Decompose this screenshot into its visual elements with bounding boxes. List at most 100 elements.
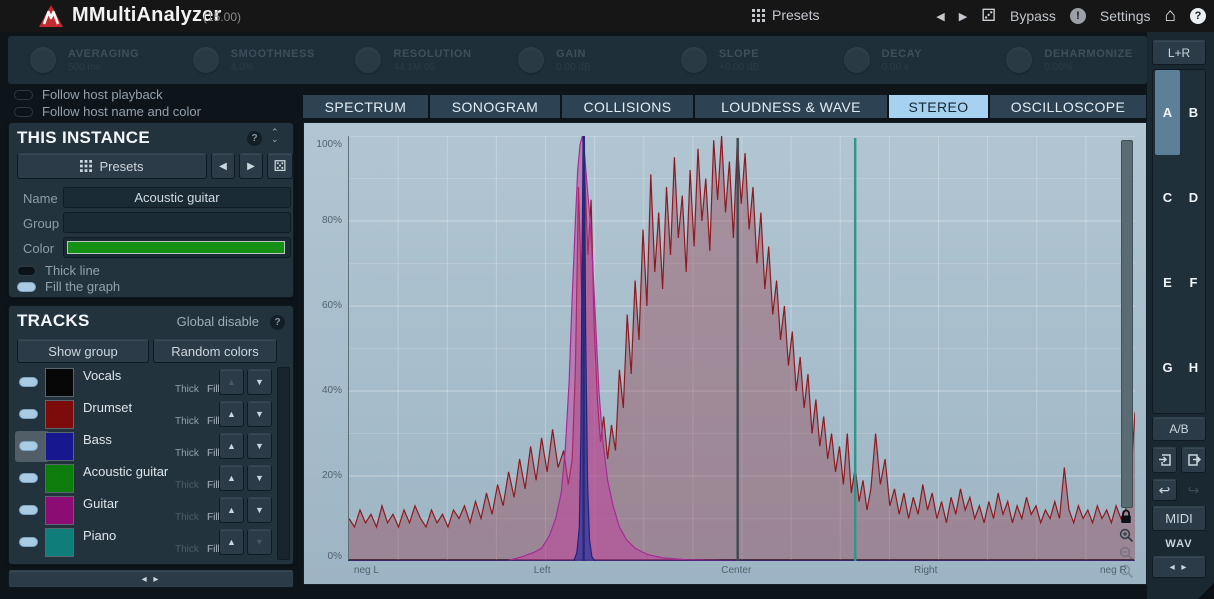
toggle-pill[interactable] — [17, 282, 36, 292]
track-color-swatch[interactable] — [45, 432, 74, 461]
instance-presets-button[interactable]: Presets — [17, 153, 207, 179]
wav-label[interactable]: WAV — [1152, 538, 1206, 550]
tab-stereo[interactable]: STEREO — [889, 95, 988, 118]
track-list-scrollbar[interactable] — [277, 367, 290, 560]
preset-slot-b[interactable]: B — [1181, 105, 1206, 120]
track-move-up-button[interactable]: ▲ — [219, 497, 244, 523]
show-group-button[interactable]: Show group — [17, 339, 149, 363]
tab-spectrum[interactable]: SPECTRUM — [303, 95, 428, 118]
preset-slot-a[interactable]: A — [1155, 105, 1180, 120]
tab-loudness-wave[interactable]: LOUDNESS & WAVE — [695, 95, 887, 118]
preset-slot-f[interactable]: F — [1181, 275, 1206, 290]
tab-sonogram[interactable]: SONOGRAM — [430, 95, 560, 118]
tab-oscilloscope[interactable]: OSCILLOSCOPE — [990, 95, 1146, 118]
track-move-up-button[interactable]: ▲ — [219, 401, 244, 427]
random-colors-button[interactable]: Random colors — [153, 339, 277, 363]
global-disable-button[interactable]: Global disable — [177, 314, 259, 329]
track-enable-toggle[interactable] — [19, 537, 38, 547]
color-swatch[interactable] — [67, 241, 285, 254]
track-color-swatch[interactable] — [45, 528, 74, 557]
track-thick-button[interactable]: Thick — [175, 512, 199, 523]
zoom-in-icon[interactable] — [1119, 528, 1134, 543]
track-enable-toggle[interactable] — [19, 377, 38, 387]
copy-from-slot-button[interactable] — [1181, 447, 1206, 473]
instance-prev-preset-button[interactable]: ◀ — [211, 153, 235, 179]
track-thick-button[interactable]: Thick — [175, 448, 199, 459]
track-move-down-button[interactable]: ▼ — [247, 465, 272, 491]
track-enable-toggle[interactable] — [19, 473, 38, 483]
sidebar-expand-button[interactable]: ◂ ▸ — [1152, 556, 1206, 578]
settings-button[interactable]: Settings — [1100, 8, 1151, 24]
midi-button[interactable]: MIDI — [1152, 506, 1206, 531]
track-enable-toggle[interactable] — [19, 441, 38, 451]
collapse-chevrons-icon[interactable]: ⌃⌄ — [271, 129, 279, 143]
track-move-down-button[interactable]: ▼ — [247, 497, 272, 523]
track-color-swatch[interactable] — [45, 496, 74, 525]
channel-mode-button[interactable]: L+R — [1152, 40, 1206, 65]
follow-toggle-follow-host-playback[interactable]: Follow host playback — [14, 87, 163, 102]
zoom-out-icon[interactable] — [1119, 546, 1134, 561]
track-color-swatch[interactable] — [45, 464, 74, 493]
track-move-down-button[interactable]: ▼ — [247, 433, 272, 459]
group-field[interactable] — [63, 212, 291, 233]
copy-to-slot-button[interactable] — [1152, 447, 1177, 473]
track-thick-button[interactable]: Thick — [175, 384, 199, 395]
preset-slot-e[interactable]: E — [1155, 275, 1180, 290]
undo-button[interactable]: ↩ — [1152, 479, 1177, 501]
follow-toggle-follow-host-name-and-color[interactable]: Follow host name and color — [14, 104, 201, 119]
tab-collisions[interactable]: COLLISIONS — [562, 95, 693, 118]
track-move-up-button[interactable]: ▲ — [219, 465, 244, 491]
track-move-up-button[interactable]: ▲ — [219, 433, 244, 459]
home-icon[interactable]: ⌂ — [1165, 8, 1176, 24]
resize-grip[interactable] — [1198, 583, 1214, 599]
knob-dial[interactable] — [355, 47, 381, 73]
instance-help-icon[interactable]: ? — [247, 131, 262, 146]
chart-zoom-scrollbar[interactable] — [1121, 140, 1133, 508]
redo-button[interactable]: ↪ — [1181, 479, 1206, 501]
track-move-up-button[interactable]: ▲ — [219, 529, 244, 555]
knob-dial[interactable] — [1006, 47, 1032, 73]
titlebar-presets-button[interactable]: Presets — [752, 7, 819, 23]
track-enable-toggle[interactable] — [19, 409, 38, 419]
panel-expand-button[interactable]: ◂ ▸ — [8, 570, 294, 588]
knob-dial[interactable] — [681, 47, 707, 73]
track-fill-button[interactable]: Fill — [207, 416, 220, 427]
toggle-pill[interactable] — [14, 90, 33, 100]
help-icon[interactable]: ? — [1190, 8, 1206, 24]
track-enable-toggle[interactable] — [19, 505, 38, 515]
toggle-pill[interactable] — [14, 107, 33, 117]
track-fill-button[interactable]: Fill — [207, 512, 220, 523]
color-field[interactable] — [63, 237, 291, 258]
next-preset-button[interactable]: ▶ — [959, 10, 967, 23]
bypass-button[interactable]: Bypass — [1010, 8, 1056, 24]
preset-slot-d[interactable]: D — [1181, 190, 1206, 205]
ab-compare-button[interactable]: A/B — [1152, 417, 1206, 441]
thick-line-toggle[interactable]: Thick line — [17, 263, 100, 278]
lock-icon[interactable] — [1119, 509, 1133, 524]
knob-dial[interactable] — [193, 47, 219, 73]
track-fill-button[interactable]: Fill — [207, 384, 220, 395]
name-field[interactable]: Acoustic guitar — [63, 187, 291, 208]
knob-dial[interactable] — [30, 47, 56, 73]
preset-slot-c[interactable]: C — [1155, 190, 1180, 205]
track-fill-button[interactable]: Fill — [207, 480, 220, 491]
track-fill-button[interactable]: Fill — [207, 448, 220, 459]
knob-dial[interactable] — [518, 47, 544, 73]
random-preset-dice-icon[interactable]: ⚂ — [981, 6, 996, 26]
stereo-chart-plot[interactable] — [348, 136, 1134, 561]
track-thick-button[interactable]: Thick — [175, 480, 199, 491]
track-move-down-button[interactable]: ▼ — [247, 369, 272, 395]
track-fill-button[interactable]: Fill — [207, 544, 220, 555]
previous-preset-button[interactable]: ◀ — [936, 10, 944, 23]
track-color-swatch[interactable] — [45, 368, 74, 397]
track-move-down-button[interactable]: ▼ — [247, 401, 272, 427]
preset-slot-g[interactable]: G — [1155, 360, 1180, 375]
fill-graph-toggle[interactable]: Fill the graph — [17, 279, 120, 294]
track-color-swatch[interactable] — [45, 400, 74, 429]
tracks-help-icon[interactable]: ? — [270, 315, 285, 330]
toggle-pill[interactable] — [17, 266, 36, 276]
knob-dial[interactable] — [844, 47, 870, 73]
track-thick-button[interactable]: Thick — [175, 416, 199, 427]
instance-next-preset-button[interactable]: ▶ — [239, 153, 263, 179]
track-thick-button[interactable]: Thick — [175, 544, 199, 555]
